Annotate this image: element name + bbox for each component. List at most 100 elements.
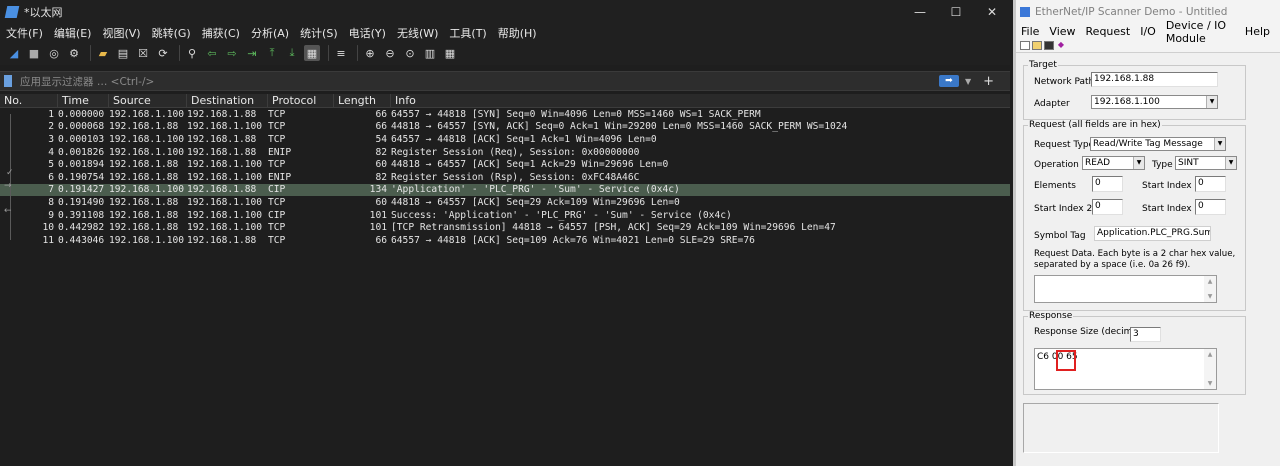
save-doc-icon[interactable] [1044, 41, 1054, 50]
scroll-up-icon[interactable]: ▲ [1204, 351, 1216, 358]
column-header-destination[interactable]: Destination [187, 94, 268, 107]
packet-cell-proto: ENIP [268, 146, 292, 158]
menu-analyze[interactable]: 分析(A) [251, 25, 289, 41]
zoom-in-icon[interactable]: ⊕ [362, 45, 378, 61]
scroll-down-icon[interactable]: ▼ [1204, 380, 1216, 387]
menu-view[interactable]: 视图(V) [102, 25, 140, 41]
chevron-down-icon[interactable]: ▼ [1133, 157, 1144, 169]
stop-capture-icon[interactable]: ■ [26, 45, 42, 61]
packet-row[interactable]: 3 0.000103 192.168.1.100 192.168.1.88 TCP 54 6… [0, 133, 1010, 146]
packet-row[interactable]: 10 0.442982 192.168.1.88 192.168.1.100 TCP 10… [0, 221, 1010, 234]
scanner-menu-file[interactable]: File [1021, 25, 1039, 38]
colorize-icon[interactable]: ≡ [333, 45, 349, 61]
menu-statistics[interactable]: 统计(S) [300, 25, 338, 41]
request-data-note-1: Request Data. Each byte is a 2 char hex … [1034, 249, 1236, 259]
adapter-select[interactable]: 192.168.1.100 ▼ [1091, 95, 1218, 109]
column-header-length[interactable]: Length [334, 94, 391, 107]
chevron-down-icon[interactable]: ▼ [1214, 138, 1225, 150]
request-data-scrollbar[interactable]: ▲ ▼ [1204, 276, 1216, 302]
add-filter-button[interactable]: + [983, 74, 994, 89]
start-index-2-input[interactable]: 0 [1092, 199, 1123, 215]
close-file-icon[interactable]: ☒ [135, 45, 151, 61]
scanner-menu-request[interactable]: Request [1086, 25, 1131, 38]
data-type-select[interactable]: SINT ▼ [1175, 156, 1237, 170]
close-button[interactable]: ✕ [974, 5, 1010, 19]
response-data-scrollbar[interactable]: ▲ ▼ [1204, 349, 1216, 389]
start-index-3-input[interactable]: 0 [1195, 199, 1226, 215]
packet-row[interactable]: 8 0.191490 192.168.1.88 192.168.1.100 TCP 60 4… [0, 196, 1010, 209]
chevron-down-icon[interactable]: ▼ [1225, 157, 1236, 169]
menu-capture[interactable]: 捕获(C) [202, 25, 240, 41]
request-type-select[interactable]: Read/Write Tag Message ▼ [1090, 137, 1226, 151]
ack-check-icon: ✓ [6, 168, 14, 178]
filter-dropdown-icon[interactable]: ▼ [965, 77, 971, 86]
network-path-input[interactable]: 192.168.1.88 [1091, 72, 1218, 87]
response-size-input[interactable]: 3 [1130, 327, 1161, 342]
column-header-protocol[interactable]: Protocol [268, 94, 334, 107]
packet-row[interactable]: 7 0.191427 192.168.1.100 192.168.1.88 CIP 134… [0, 183, 1010, 197]
packet-row[interactable]: 9 0.391108 192.168.1.88 192.168.1.100 CIP 101… [0, 209, 1010, 222]
column-header-info[interactable]: Info [391, 94, 1010, 107]
packet-row[interactable]: 4 0.001826 192.168.1.100 192.168.1.88 ENIP 82… [0, 146, 1010, 159]
capture-options-icon[interactable]: ⚙ [66, 45, 82, 61]
request-data-textarea[interactable]: ▲ ▼ [1034, 275, 1217, 303]
scanner-menu-help[interactable]: Help [1245, 25, 1270, 38]
find-packet-icon[interactable]: ⚲ [184, 45, 200, 61]
display-filter-input[interactable]: 应用显示过滤器 … <Ctrl-/> [20, 74, 939, 89]
response-data-textarea[interactable]: C6 00 65 ▲ ▼ [1034, 348, 1217, 390]
column-header-no[interactable]: No. [0, 94, 58, 107]
go-last-icon[interactable]: ⤓ [284, 45, 300, 61]
chevron-down-icon[interactable]: ▼ [1206, 96, 1217, 108]
about-gem-icon[interactable]: ◆ [1056, 41, 1066, 50]
packet-cell-src: 192.168.1.88 [109, 159, 179, 171]
packet-row[interactable]: 6 0.190754 192.168.1.88 192.168.1.100 ENIP 82… [0, 171, 1010, 184]
scanner-menu-device[interactable]: Device / IO Module [1166, 19, 1235, 45]
restart-capture-icon[interactable]: ◎ [46, 45, 62, 61]
reload-file-icon[interactable]: ⟳ [155, 45, 171, 61]
packet-cell-len: 66 [375, 108, 387, 120]
go-forward-icon[interactable]: ⇨ [224, 45, 240, 61]
zoom-normal-icon[interactable]: ⊙ [402, 45, 418, 61]
menu-edit[interactable]: 编辑(E) [54, 25, 92, 41]
column-header-source[interactable]: Source [109, 94, 187, 107]
resize-columns-icon[interactable]: ▥ [422, 45, 438, 61]
go-back-icon[interactable]: ⇦ [204, 45, 220, 61]
menu-help[interactable]: 帮助(H) [498, 25, 537, 41]
scanner-menu-view[interactable]: View [1049, 25, 1075, 38]
packet-row[interactable]: 1 0.000000 192.168.1.100 192.168.1.88 TCP 66 6… [0, 108, 1010, 121]
packet-cell-len: 54 [375, 133, 387, 145]
go-to-packet-icon[interactable]: ⇥ [244, 45, 260, 61]
minimize-button[interactable]: — [902, 5, 938, 19]
elements-input[interactable]: 0 [1092, 176, 1123, 192]
bookmark-icon[interactable] [4, 75, 12, 87]
toolbar-separator [90, 45, 91, 61]
symbol-tag-input[interactable]: Application.PLC_PRG.Sum [1094, 226, 1211, 241]
scroll-up-icon[interactable]: ▲ [1204, 278, 1216, 285]
operation-select[interactable]: READ ▼ [1082, 156, 1145, 170]
open-file-icon[interactable]: ▰ [95, 45, 111, 61]
menu-tools[interactable]: 工具(T) [449, 25, 486, 41]
scroll-down-icon[interactable]: ▼ [1204, 293, 1216, 300]
open-doc-icon[interactable] [1032, 41, 1042, 50]
new-doc-icon[interactable] [1020, 41, 1030, 50]
menu-go[interactable]: 跳转(G) [152, 25, 191, 41]
menu-telephony[interactable]: 电话(Y) [349, 25, 386, 41]
packet-row[interactable]: 11 0.443046 192.168.1.100 192.168.1.88 TCP 66… [0, 234, 1010, 247]
zoom-out-icon[interactable]: ⊖ [382, 45, 398, 61]
menu-wireless[interactable]: 无线(W) [397, 25, 438, 41]
packet-row[interactable]: 2 0.000068 192.168.1.88 192.168.1.100 TCP 66 4… [0, 121, 1010, 134]
go-first-icon[interactable]: ⤒ [264, 45, 280, 61]
scanner-menu-io[interactable]: I/O [1140, 25, 1156, 38]
packet-row[interactable]: 5 0.001894 192.168.1.88 192.168.1.100 TCP 60 4… [0, 158, 1010, 171]
menu-file[interactable]: 文件(F) [6, 25, 43, 41]
start-index-input[interactable]: 0 [1195, 176, 1226, 192]
apply-filter-button[interactable]: ➡ [938, 75, 959, 87]
layout-icon[interactable]: ▦ [442, 45, 458, 61]
autoscroll-icon[interactable]: ▦ [304, 45, 320, 61]
maximize-button[interactable]: ☐ [938, 5, 974, 19]
packet-cell-src: 192.168.1.88 [109, 222, 179, 234]
start-capture-icon[interactable]: ◢ [6, 45, 22, 61]
save-file-icon[interactable]: ▤ [115, 45, 131, 61]
packet-cell-time: 0.190754 [58, 171, 105, 183]
column-header-time[interactable]: Time [58, 94, 109, 107]
